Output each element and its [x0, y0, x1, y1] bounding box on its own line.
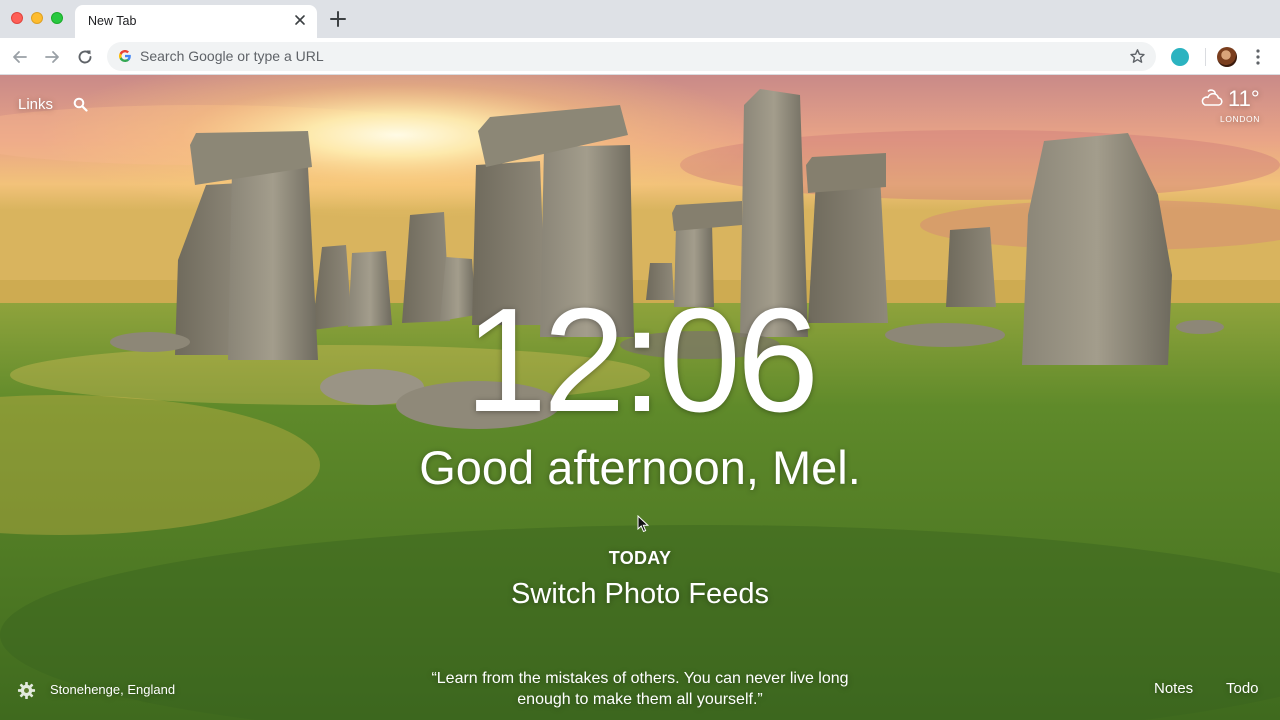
- weather-location: LONDON: [1220, 114, 1260, 124]
- notes-button[interactable]: Notes: [1154, 680, 1193, 697]
- focus-label: TODAY: [608, 548, 672, 568]
- partly-cloudy-icon[interactable]: [1199, 87, 1225, 109]
- new-tab-button[interactable]: [329, 10, 347, 28]
- extension-icon[interactable]: [1171, 48, 1189, 66]
- mouse-cursor-icon: [637, 515, 649, 533]
- back-button[interactable]: [10, 47, 30, 67]
- bookmark-star-icon[interactable]: [1129, 48, 1146, 65]
- window-maximize-button[interactable]: [51, 12, 63, 24]
- window-close-button[interactable]: [11, 12, 23, 24]
- profile-avatar[interactable]: [1217, 47, 1237, 67]
- clock: 12:06: [464, 278, 819, 443]
- toolbar-divider: [1205, 48, 1206, 66]
- omnibox-placeholder: Search Google or type a URL: [140, 48, 324, 64]
- tab-new-tab[interactable]: New Tab: [75, 5, 317, 38]
- window-minimize-button[interactable]: [31, 12, 43, 24]
- todo-button[interactable]: Todo: [1226, 680, 1259, 697]
- tab-strip: New Tab: [0, 0, 1280, 38]
- forward-button[interactable]: [42, 47, 62, 67]
- quote[interactable]: “Learn from the mistakes of others. You …: [430, 668, 850, 710]
- photo-location[interactable]: Stonehenge, England: [50, 682, 175, 697]
- close-icon[interactable]: [293, 13, 307, 27]
- gear-icon[interactable]: [17, 681, 36, 700]
- greeting: Good afternoon, Mel.: [419, 441, 861, 494]
- weather-temperature[interactable]: 11°: [1228, 86, 1260, 112]
- focus-text[interactable]: Switch Photo Feeds: [0, 577, 1280, 611]
- browser-toolbar: Search Google or type a URL: [0, 38, 1280, 75]
- search-icon[interactable]: [73, 97, 88, 112]
- menu-kebab-icon[interactable]: [1252, 48, 1264, 66]
- tab-title: New Tab: [88, 14, 137, 28]
- new-tab-dashboard: Links 11° LONDON 12:06 Good afternoon, M…: [0, 75, 1280, 720]
- links-button[interactable]: Links: [18, 96, 53, 113]
- reload-button[interactable]: [75, 47, 95, 67]
- address-bar[interactable]: Search Google or type a URL: [107, 42, 1156, 71]
- google-icon: [119, 50, 131, 62]
